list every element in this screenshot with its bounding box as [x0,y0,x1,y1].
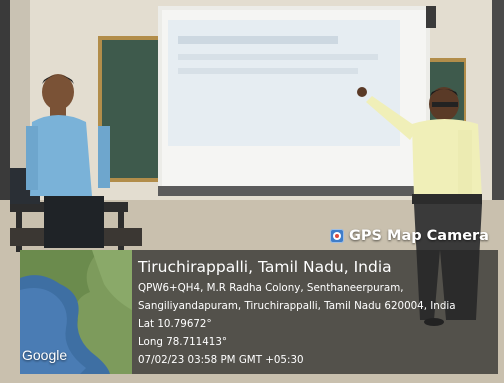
map-camera-icon [330,229,344,243]
address-line-1: QPW6+QH4, M.R Radha Colony, Senthaneerpu… [138,282,404,294]
timestamp-text: 07/02/23 03:58 PM GMT +05:30 [138,354,304,366]
latitude-text: Lat 10.79672° [138,318,212,330]
app-badge-label: GPS Map Camera [349,228,489,244]
address-line-2: Sangiliyandapuram, Tiruchirappalli, Tami… [138,300,456,312]
location-title: Tiruchirappalli, Tamil Nadu, India [138,258,392,276]
app-badge: GPS Map Camera [330,226,489,246]
photo-scene: GPS Map Camera Google Tiruchirappalli, T… [0,0,504,383]
google-logo: Google [22,347,68,363]
longitude-text: Long 78.711413° [138,336,228,348]
blackboard-left [102,40,158,178]
